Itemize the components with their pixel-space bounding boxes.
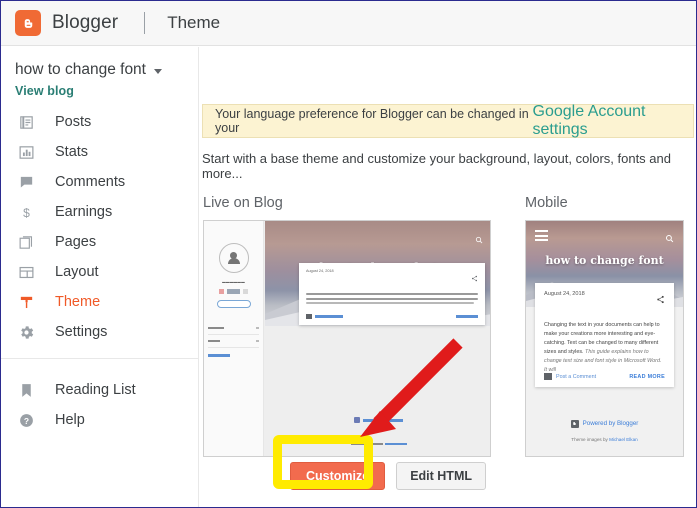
preview-profile-name: ▬▬▬▬▬▬ bbox=[222, 280, 245, 284]
mobile-footer: Powered by Blogger Theme images by Micha… bbox=[526, 413, 683, 442]
mobile-preview-heading: Mobile bbox=[525, 195, 568, 211]
search-icon[interactable] bbox=[475, 231, 483, 249]
main-content: Your language preference for Blogger can… bbox=[200, 47, 696, 507]
sidebar-item-earnings[interactable]: $ Earnings bbox=[1, 197, 198, 227]
mobile-post-date: August 24, 2018 bbox=[544, 291, 585, 297]
sidebar-item-label: Posts bbox=[55, 114, 92, 130]
sidebar-item-label: Comments bbox=[55, 174, 126, 190]
sidebar-item-help[interactable]: ? Help bbox=[1, 405, 198, 435]
banner-text: Your language preference for Blogger can… bbox=[215, 107, 529, 135]
desktop-preview-thumbnail[interactable]: ▬▬▬▬▬▬ August 24, 2018 bbox=[203, 220, 491, 457]
blogger-logo-icon bbox=[570, 419, 579, 428]
blog-name: how to change font bbox=[15, 61, 146, 78]
theme-brush-icon bbox=[15, 291, 37, 313]
sidebar: how to change font View blog Posts Stats bbox=[1, 47, 199, 507]
mobile-comment-label: Post a Comment bbox=[556, 373, 597, 380]
sidebar-item-label: Stats bbox=[55, 144, 89, 160]
sidebar-item-label: Help bbox=[55, 412, 85, 428]
theme-credit-prefix: Theme images by bbox=[571, 437, 610, 442]
mobile-preview-thumbnail[interactable]: how to change font August 24, 2018 Chang… bbox=[525, 220, 684, 457]
bar-chart-icon bbox=[15, 141, 37, 163]
preview-blog-main: how to change font August 24, 2018 bbox=[265, 221, 490, 456]
mobile-read-more-link[interactable]: READ MORE bbox=[629, 374, 665, 380]
avatar-icon bbox=[218, 243, 249, 273]
theme-action-buttons: Customize Edit HTML bbox=[290, 462, 486, 490]
mobile-comment-link[interactable]: Post a Comment bbox=[544, 373, 596, 380]
share-icon[interactable] bbox=[471, 269, 478, 287]
help-circle-icon: ? bbox=[15, 409, 37, 431]
sidebar-item-pages[interactable]: Pages bbox=[1, 227, 198, 257]
sidebar-nav: Posts Stats Comments $ Earnings Pages La… bbox=[1, 107, 198, 435]
mobile-post-card: August 24, 2018 Changing the text in you… bbox=[535, 283, 674, 387]
hamburger-menu-icon[interactable] bbox=[535, 230, 548, 244]
theme-credit-author[interactable]: Michael Elkan bbox=[609, 437, 638, 442]
pages-icon bbox=[15, 231, 37, 253]
mobile-blog-title: how to change font bbox=[545, 254, 664, 267]
preview-post-card: August 24, 2018 bbox=[299, 263, 485, 325]
chevron-down-icon[interactable] bbox=[154, 69, 162, 74]
blog-selector[interactable]: how to change font bbox=[1, 57, 198, 79]
theme-subtitle: Start with a base theme and customize yo… bbox=[202, 151, 671, 181]
customize-button[interactable]: Customize bbox=[290, 462, 386, 490]
svg-text:?: ? bbox=[23, 416, 28, 426]
sidebar-divider bbox=[1, 358, 198, 359]
sidebar-item-label: Reading List bbox=[55, 382, 136, 398]
powered-by-blogger[interactable]: Powered by Blogger bbox=[570, 419, 639, 428]
sidebar-item-theme[interactable]: Theme bbox=[1, 287, 198, 317]
google-account-settings-link[interactable]: Google Account settings bbox=[533, 103, 693, 139]
preview-follow-button bbox=[216, 300, 251, 308]
preview-footer bbox=[265, 410, 490, 450]
powered-by-blogger bbox=[354, 417, 403, 423]
mobile-post-body: Changing the text in your documents can … bbox=[544, 321, 665, 375]
preview-post-date: August 24, 2018 bbox=[306, 269, 334, 273]
comment-bubble-icon bbox=[15, 171, 37, 193]
preview-blog-sidebar: ▬▬▬▬▬▬ bbox=[204, 221, 264, 456]
preview-sidebar-widgets bbox=[204, 322, 263, 348]
blogger-logo-icon[interactable] bbox=[15, 10, 41, 36]
mobile-preview-column: Mobile how to change font August 24, 201… bbox=[525, 195, 684, 457]
desktop-preview-heading: Live on Blog bbox=[203, 195, 283, 211]
sidebar-item-reading-list[interactable]: Reading List bbox=[1, 375, 198, 405]
sidebar-item-label: Earnings bbox=[55, 204, 113, 220]
gear-icon bbox=[15, 321, 37, 343]
preview-theme-credit bbox=[265, 432, 490, 450]
search-icon[interactable] bbox=[665, 230, 674, 248]
language-preference-banner: Your language preference for Blogger can… bbox=[202, 103, 694, 139]
sidebar-item-posts[interactable]: Posts bbox=[1, 107, 198, 137]
preview-social-icons bbox=[204, 289, 263, 294]
edit-html-button[interactable]: Edit HTML bbox=[396, 462, 486, 490]
sidebar-item-label: Theme bbox=[55, 294, 101, 310]
svg-text:$: $ bbox=[23, 205, 30, 219]
powered-by-blogger-label: Powered by Blogger bbox=[582, 420, 639, 427]
view-blog-link[interactable]: View blog bbox=[1, 79, 198, 98]
blogger-theme-page: Blogger Theme how to change font View bl… bbox=[0, 0, 697, 508]
sidebar-item-label: Layout bbox=[55, 264, 99, 280]
sidebar-item-label: Settings bbox=[55, 324, 108, 340]
bookmark-icon bbox=[15, 379, 37, 401]
preview-read-more-link[interactable] bbox=[456, 315, 478, 318]
sidebar-item-layout[interactable]: Layout bbox=[1, 257, 198, 287]
desktop-preview-column: Live on Blog ▬▬▬▬▬▬ August 24, 2018 bbox=[203, 195, 491, 457]
posts-icon bbox=[15, 111, 37, 133]
preview-post-body bbox=[306, 293, 478, 305]
brand-name[interactable]: Blogger bbox=[52, 12, 118, 34]
sidebar-item-label: Pages bbox=[55, 234, 97, 250]
sidebar-item-settings[interactable]: Settings bbox=[1, 317, 198, 347]
sidebar-item-stats[interactable]: Stats bbox=[1, 137, 198, 167]
dollar-icon: $ bbox=[15, 201, 37, 223]
preview-post-comment-link[interactable] bbox=[306, 314, 343, 319]
top-bar: Blogger Theme bbox=[1, 1, 696, 46]
sidebar-item-comments[interactable]: Comments bbox=[1, 167, 198, 197]
header-divider bbox=[144, 12, 146, 34]
mobile-theme-credit: Theme images by Michael Elkan bbox=[526, 437, 683, 442]
preview-report-link bbox=[208, 354, 230, 357]
page-title: Theme bbox=[167, 13, 221, 32]
share-icon[interactable] bbox=[656, 291, 665, 309]
comment-bubble-icon bbox=[544, 373, 552, 380]
layout-icon bbox=[15, 261, 37, 283]
blogger-logo-icon bbox=[354, 417, 360, 423]
